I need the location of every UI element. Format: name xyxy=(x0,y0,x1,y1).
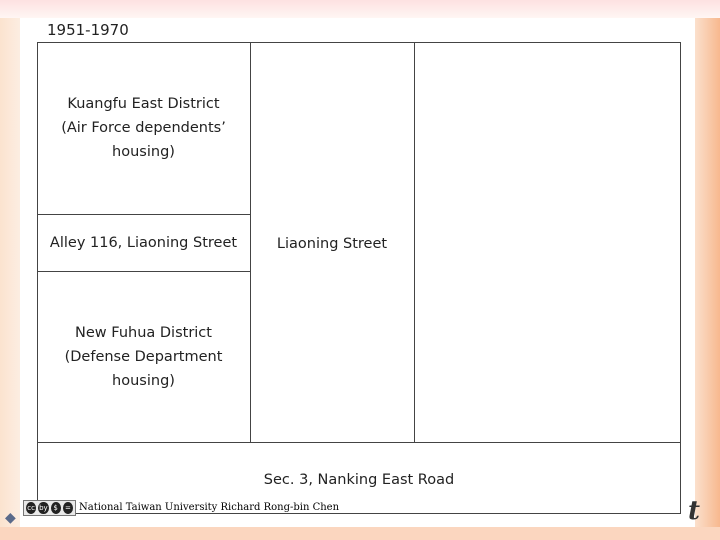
noncommercial-icon: $ xyxy=(50,502,61,514)
brand-logo-right: t xyxy=(688,496,701,526)
kuangfu-line-1: Kuangfu East District xyxy=(67,96,220,112)
noderivatives-icon: = xyxy=(62,502,73,514)
divider-liaoning-right xyxy=(414,42,415,442)
cell-alley-116: Alley 116, Liaoning Street xyxy=(37,231,250,255)
cell-kuangfu-east-district: Kuangfu East District (Air Force depende… xyxy=(37,92,250,164)
creative-commons-license-badge[interactable]: cc by $ = xyxy=(23,500,76,516)
ntu-logo-icon: ◆ xyxy=(5,510,16,526)
author-credit: National Taiwan University Richard Rong-… xyxy=(79,502,340,513)
alley-label: Alley 116, Liaoning Street xyxy=(49,235,238,251)
new-fuhua-line-2: (Defense Department xyxy=(64,349,223,365)
slide-title: 1951-1970 xyxy=(47,21,129,39)
kuangfu-line-2: (Air Force dependents’ xyxy=(61,120,226,136)
top-decor-band xyxy=(0,0,720,18)
cell-liaoning-street: Liaoning Street xyxy=(250,232,414,256)
footer-decor-bar xyxy=(0,527,720,540)
cc-icon: cc xyxy=(26,502,37,514)
attribution-icon: by xyxy=(38,502,49,514)
nanking-label: Sec. 3, Nanking East Road xyxy=(263,472,455,488)
new-fuhua-line-1: New Fuhua District xyxy=(75,325,212,341)
divider-alley-bottom xyxy=(37,271,250,272)
kuangfu-line-3: housing) xyxy=(112,144,175,160)
divider-nanking-top xyxy=(37,442,681,443)
liaoning-label: Liaoning Street xyxy=(276,236,388,252)
cell-new-fuhua-district: New Fuhua District (Defense Department h… xyxy=(37,321,250,393)
divider-kuangfu-bottom xyxy=(37,214,250,215)
new-fuhua-line-3: housing) xyxy=(112,373,175,389)
cell-nanking-east-road: Sec. 3, Nanking East Road xyxy=(37,468,681,492)
